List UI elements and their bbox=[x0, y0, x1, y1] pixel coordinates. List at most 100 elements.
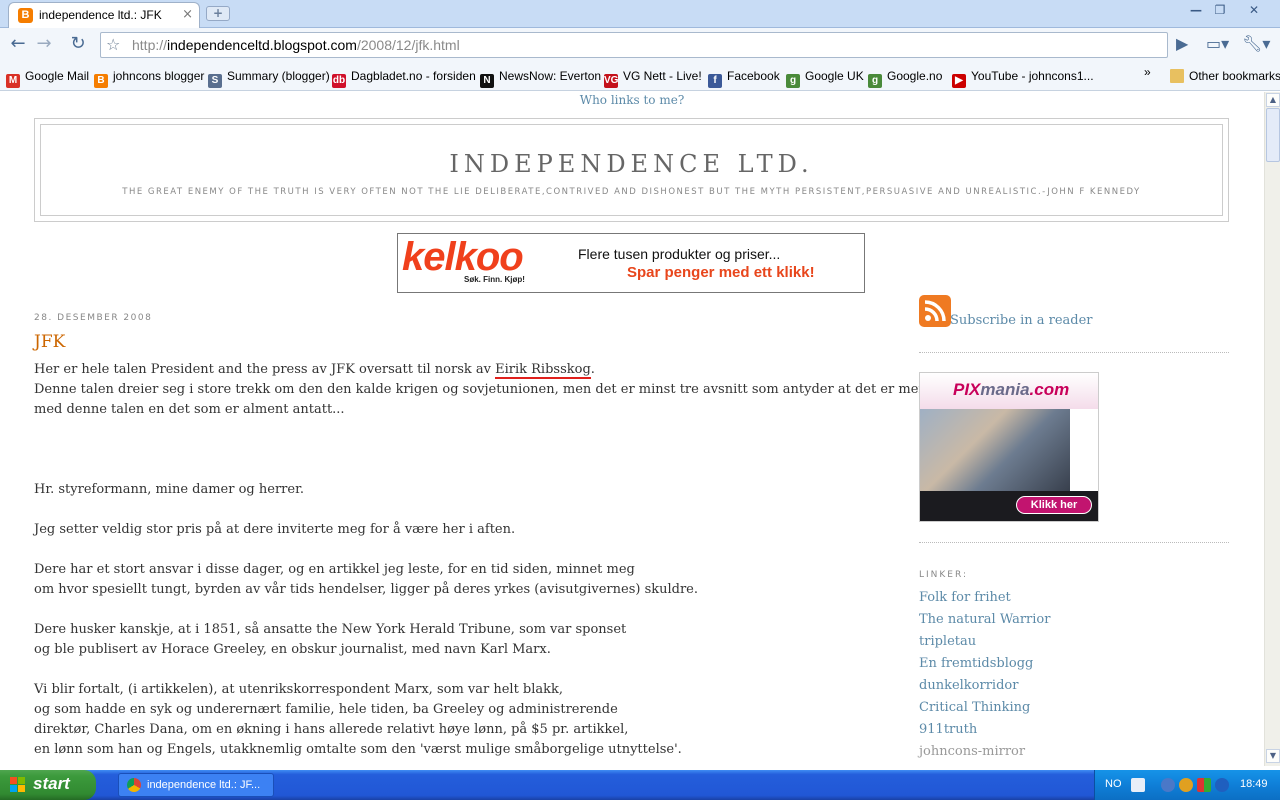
pixmania-click-button[interactable]: Klikk her bbox=[1016, 496, 1092, 514]
summary-icon: S bbox=[208, 74, 222, 88]
bookmark-label: YouTube - johncons1... bbox=[971, 69, 1094, 83]
post-paragraph: Jeg setter veldig stor pris på at dere i… bbox=[34, 520, 864, 540]
google-icon: g bbox=[868, 74, 882, 88]
tab-close-icon[interactable]: × bbox=[182, 7, 193, 22]
post-paragraph: Hr. styreformann, mine damer og herrer. bbox=[34, 480, 864, 500]
post-text-line: Vi blir fortalt, (i artikkelen), at uten… bbox=[34, 682, 564, 697]
scroll-up-icon[interactable]: ▲ bbox=[1266, 93, 1280, 107]
sidebar-link[interactable]: tripletau bbox=[919, 631, 1050, 653]
go-arrow-icon[interactable]: ▶ bbox=[1176, 34, 1188, 53]
post-text-line: og som hadde en syk og underernært famil… bbox=[34, 702, 618, 717]
pixmania-ad[interactable]: PIXmania.com Klikk her bbox=[919, 372, 1099, 522]
close-window-button[interactable]: ✕ bbox=[1242, 1, 1266, 19]
post-text-line: Dere har et stort ansvar i disse dager, … bbox=[34, 562, 635, 577]
pixmania-logo: PIXmania.com bbox=[953, 380, 1070, 399]
taskbar-chrome-window[interactable]: independence ltd.: JF... bbox=[118, 773, 274, 797]
bookmark-label: Google Mail bbox=[25, 69, 90, 83]
google-icon: g bbox=[786, 74, 800, 88]
chrome-icon bbox=[127, 778, 141, 792]
author-link[interactable]: Eirik Ribsskog bbox=[495, 362, 591, 379]
folder-icon bbox=[1170, 69, 1184, 83]
system-clock: 18:49 bbox=[1240, 778, 1268, 790]
sidebar-divider bbox=[919, 352, 1229, 353]
wrench-menu-icon[interactable]: 🔧︎▾ bbox=[1242, 34, 1270, 53]
help-icon[interactable] bbox=[1131, 778, 1145, 792]
bookmark-item[interactable]: g Google UK bbox=[786, 69, 864, 88]
sidebar-link[interactable]: johncons-mirror bbox=[919, 741, 1050, 763]
kelkoo-logo: kelkoo bbox=[402, 235, 524, 279]
bookmark-label: Summary (blogger) bbox=[227, 69, 330, 83]
bookmark-item[interactable]: f Facebook bbox=[708, 69, 780, 88]
bookmark-item[interactable]: VG VG Nett - Live! bbox=[604, 69, 702, 88]
bookmark-item[interactable]: Bjohncons blogger bbox=[94, 69, 205, 88]
links-list: Folk for frihet The natural Warrior triple… bbox=[919, 587, 1050, 763]
vertical-scrollbar[interactable]: ▲ ▼ bbox=[1264, 92, 1280, 766]
new-tab-button[interactable]: + bbox=[206, 6, 230, 21]
sidebar-link[interactable]: Folk for frihet bbox=[919, 587, 1050, 609]
back-arrow-tray-icon[interactable] bbox=[1161, 778, 1175, 792]
scrollbar-thumb[interactable] bbox=[1266, 108, 1280, 162]
who-links-link[interactable]: Who links to me? bbox=[0, 93, 1264, 107]
restore-button[interactable]: ❐ bbox=[1208, 1, 1232, 19]
page-menu-icon[interactable]: ▭▾ bbox=[1206, 34, 1229, 53]
bookmark-label: VG Nett - Live! bbox=[623, 69, 702, 83]
bookmark-item[interactable]: ▶ YouTube - johncons1... bbox=[952, 69, 1094, 88]
post-text-line: med denne talen en det som er alment ant… bbox=[34, 402, 345, 417]
bookmark-item[interactable]: S Summary (blogger) bbox=[208, 69, 330, 88]
network-globe-icon[interactable] bbox=[1179, 778, 1193, 792]
language-indicator[interactable]: NO bbox=[1105, 778, 1122, 790]
facebook-icon: f bbox=[708, 74, 722, 88]
vg-icon: VG bbox=[604, 74, 619, 88]
other-bookmarks-label: Other bookmarks bbox=[1189, 69, 1280, 83]
post-text-line: direktør, Charles Dana, om en økning i h… bbox=[34, 722, 629, 737]
bookmarks-overflow-icon[interactable]: » bbox=[1144, 65, 1151, 81]
bookmark-item[interactable]: N NewsNow: Everton bbox=[480, 69, 601, 88]
minimize-button[interactable]: — bbox=[1184, 1, 1208, 19]
kelkoo-tagline: Søk. Finn. Kjøp! bbox=[464, 275, 525, 284]
bookmark-item[interactable]: db Dagbladet.no - forsiden bbox=[332, 69, 476, 88]
newsnow-icon: N bbox=[480, 74, 494, 88]
kelkoo-ad-banner[interactable]: kelkoo Søk. Finn. Kjøp! Flere tusen prod… bbox=[397, 233, 865, 293]
url-text: http://independenceltd.blogspot.com/2008… bbox=[132, 37, 460, 53]
post-text-line: om hvor spesiellt tungt, byrden av vår t… bbox=[34, 582, 699, 597]
bookmark-label: Facebook bbox=[727, 69, 780, 83]
other-bookmarks-folder[interactable]: Other bookmarks bbox=[1170, 69, 1280, 85]
sidebar-link[interactable]: 911truth bbox=[919, 719, 1050, 741]
sidebar-link[interactable]: En fremtidsblogg bbox=[919, 653, 1050, 675]
reload-button[interactable]: ↻ bbox=[66, 33, 90, 57]
bookmark-star-icon[interactable]: ☆ bbox=[106, 35, 120, 54]
post-title[interactable]: JFK bbox=[34, 332, 65, 352]
post-date: 28. DESEMBER 2008 bbox=[34, 313, 153, 323]
scroll-down-icon[interactable]: ▼ bbox=[1266, 749, 1280, 763]
rss-feed-icon[interactable] bbox=[919, 295, 951, 327]
bookmark-item[interactable]: M Google Mail bbox=[6, 69, 90, 88]
bookmark-label: johncons blogger bbox=[113, 69, 205, 83]
post-text-line: og ble publisert av Horace Greeley, en o… bbox=[34, 642, 551, 657]
back-button[interactable]: ← bbox=[6, 33, 30, 57]
subscribe-link[interactable]: Subscribe in a reader bbox=[950, 313, 1093, 328]
blog-header: INDEPENDENCE LTD. THE GREAT ENEMY OF THE… bbox=[34, 118, 1229, 222]
forward-button[interactable]: → bbox=[32, 33, 56, 57]
tab-title: independence ltd.: JFK bbox=[39, 8, 162, 22]
antivirus-icon[interactable] bbox=[1197, 778, 1211, 792]
start-button[interactable]: start bbox=[0, 770, 96, 800]
sidebar-link[interactable]: dunkelkorridor bbox=[919, 675, 1050, 697]
browser-toolbar: ← → ↻ ☆ http://independenceltd.blogspot.… bbox=[0, 28, 1280, 62]
address-bar[interactable]: ☆ http://independenceltd.blogspot.com/20… bbox=[100, 32, 1168, 58]
sidebar-link[interactable]: Critical Thinking bbox=[919, 697, 1050, 719]
blog-title[interactable]: INDEPENDENCE LTD. bbox=[41, 150, 1222, 178]
bluetooth-icon[interactable] bbox=[1215, 778, 1229, 792]
bookmark-item[interactable]: g Google.no bbox=[868, 69, 942, 88]
system-tray: NO 18:49 bbox=[1094, 770, 1280, 800]
bookmarks-bar: M Google Mail Bjohncons blogger S Summary (b… bbox=[0, 62, 1280, 91]
post-paragraph: Dere husker kanskje, at i 1851, så ansat… bbox=[34, 620, 864, 660]
sidebar-divider bbox=[919, 542, 1229, 543]
kelkoo-line-2: Spar penger med ett klikk! bbox=[627, 264, 815, 281]
kelkoo-line-1: Flere tusen produkter og priser... bbox=[578, 246, 781, 262]
youtube-icon: ▶ bbox=[952, 74, 966, 88]
post-intro-line: Her er hele talen President and the pres… bbox=[34, 362, 595, 379]
sidebar-link[interactable]: The natural Warrior bbox=[919, 609, 1050, 631]
post-text-line: Hr. styreformann, mine damer og herrer. bbox=[34, 482, 304, 497]
browser-tab[interactable]: B independence ltd.: JFK × bbox=[8, 2, 200, 28]
page-viewport: Who links to me? INDEPENDENCE LTD. THE G… bbox=[0, 92, 1264, 766]
